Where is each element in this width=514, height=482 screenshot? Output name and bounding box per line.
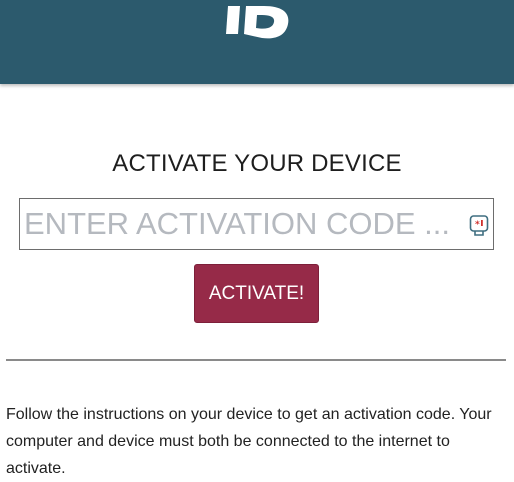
divider — [6, 359, 506, 361]
site-header — [0, 0, 514, 84]
svg-text:*: * — [475, 220, 480, 230]
activation-code-field: * — [19, 198, 494, 250]
activation-code-input[interactable] — [20, 199, 460, 249]
id-logo-icon[interactable] — [224, 0, 290, 40]
page-title: ACTIVATE YOUR DEVICE — [112, 150, 402, 177]
activation-instructions: Follow the instructions on your device t… — [6, 406, 492, 477]
password-manager-icon[interactable]: * — [469, 214, 489, 236]
activate-button[interactable]: ACTIVATE! — [194, 264, 319, 323]
